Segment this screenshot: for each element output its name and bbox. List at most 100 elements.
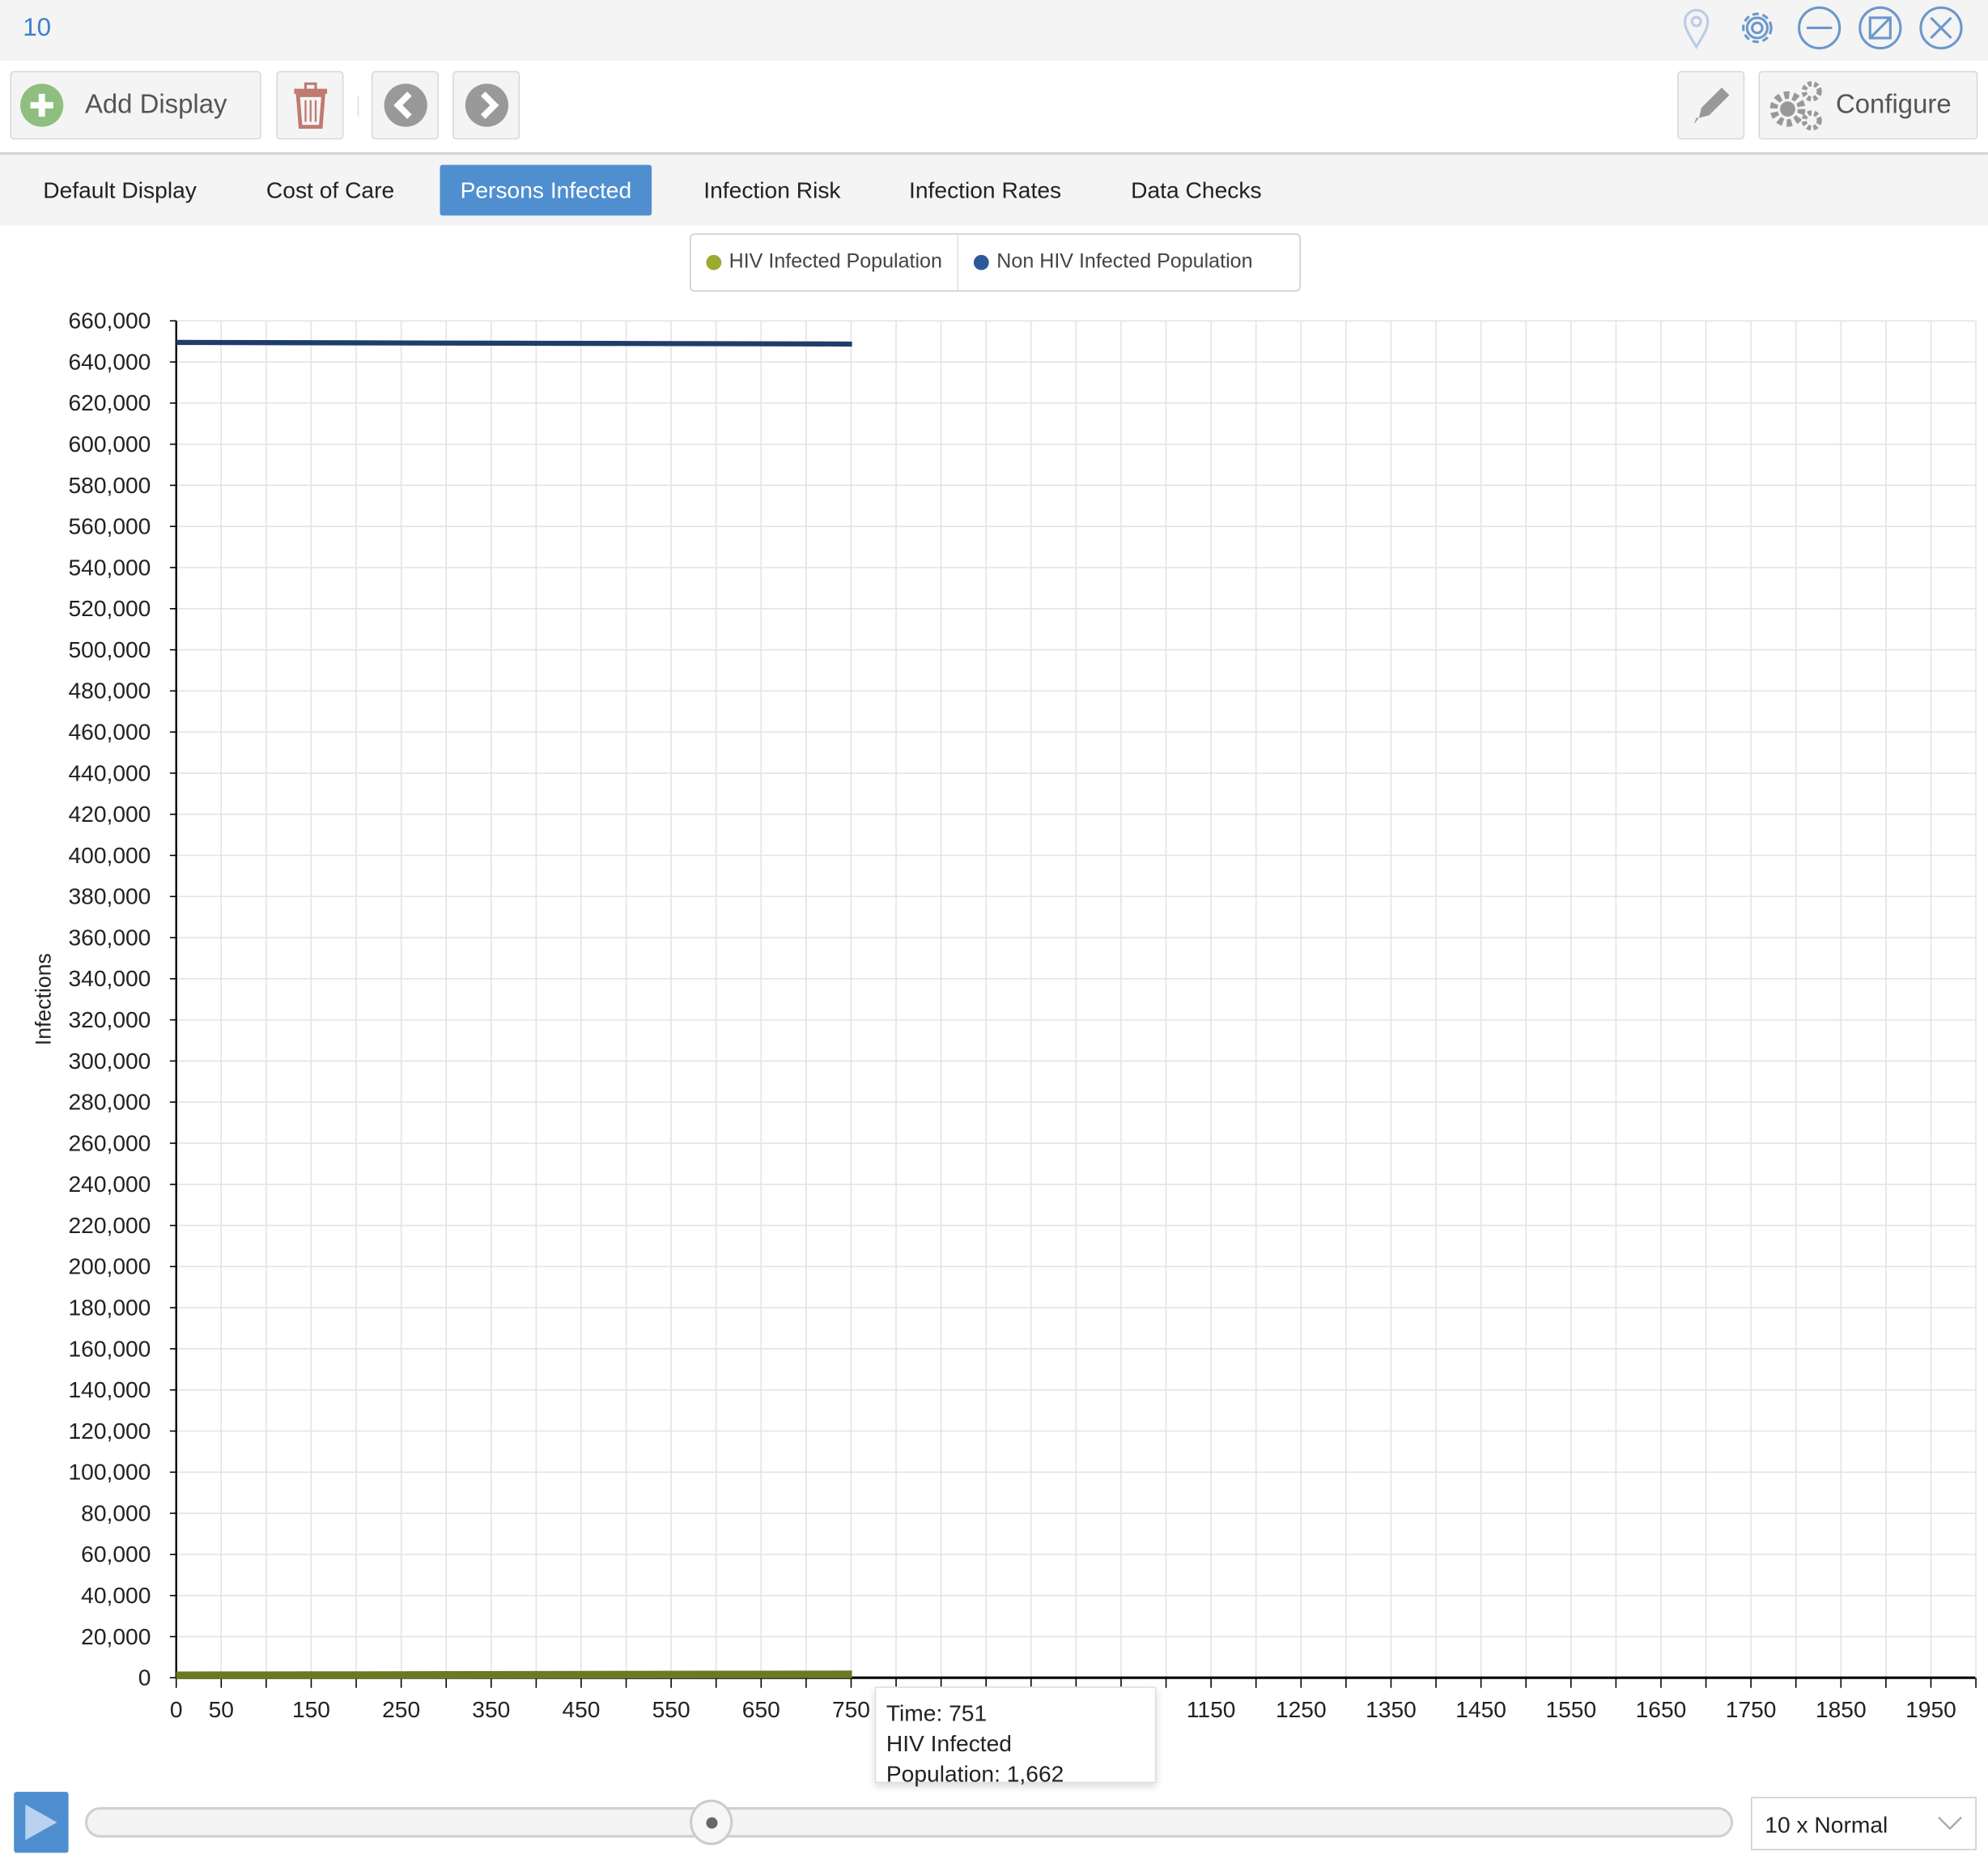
play-button[interactable]: [14, 1792, 69, 1853]
legend-item-hiv[interactable]: HIV Infected Population: [691, 235, 958, 291]
x-tick-label: 750: [832, 1696, 870, 1722]
y-tick-label: 460,000: [68, 719, 151, 745]
tab-infection-rates[interactable]: Infection Rates: [889, 165, 1081, 216]
y-tick-label: 560,000: [68, 513, 151, 539]
y-tick-label: 260,000: [68, 1129, 151, 1155]
tab-default-display[interactable]: Default Display: [23, 165, 217, 216]
tooltip-series: HIV Infected: [886, 1730, 1013, 1757]
y-tick-label: 320,000: [68, 1006, 151, 1032]
trash-icon: [293, 82, 327, 129]
y-tick-label: 80,000: [81, 1499, 151, 1525]
speed-value: 10 x Normal: [1765, 1812, 1888, 1838]
x-tick-label: 650: [742, 1696, 780, 1722]
edit-button[interactable]: [1677, 70, 1745, 140]
close-icon[interactable]: [1918, 5, 1964, 50]
y-tick-label: 360,000: [68, 924, 151, 950]
chart-legend: HIV Infected Population Non HIV Infected…: [690, 233, 1302, 292]
y-tick-label: 340,000: [68, 965, 151, 991]
legend-dot: [974, 254, 989, 270]
series-line-non-hiv: [176, 339, 852, 347]
configure-button[interactable]: Configure: [1758, 70, 1978, 140]
display-tabs: Default Display Cost of Care Persons Inf…: [0, 155, 1988, 226]
y-tick-label: 40,000: [81, 1582, 151, 1608]
y-tick-label: 640,000: [68, 348, 151, 374]
y-tick-label: 420,000: [68, 801, 151, 827]
chevron-down-icon: [1938, 1816, 1962, 1831]
y-tick-label: 540,000: [68, 554, 151, 580]
x-tick-label: 0: [170, 1696, 183, 1722]
legend-dot: [706, 254, 722, 270]
divider: [357, 96, 359, 117]
legend-label: HIV Infected Population: [729, 251, 942, 273]
gear-icon[interactable]: [1735, 5, 1780, 50]
next-button[interactable]: [452, 70, 520, 140]
x-tick-label: 250: [382, 1696, 420, 1722]
toolbar: Add Display Configure: [0, 61, 1988, 155]
y-tick-label: 440,000: [68, 759, 151, 785]
tab-data-checks[interactable]: Data Checks: [1111, 165, 1282, 216]
x-tick-label: 550: [652, 1696, 690, 1722]
chevron-right-icon: [465, 83, 508, 127]
title-bar: 10: [0, 0, 1988, 62]
x-tick-label: 1750: [1726, 1696, 1777, 1722]
y-tick-label: 140,000: [68, 1376, 151, 1402]
y-tick-label: 220,000: [68, 1212, 151, 1238]
x-tick-label: 1950: [1905, 1696, 1956, 1722]
location-pin-icon[interactable]: [1674, 5, 1719, 50]
y-tick-label: 620,000: [68, 389, 151, 415]
x-tick-label: 50: [209, 1696, 234, 1722]
infections-chart: 0 20,000 40,000 60,000 80,000 100,000 120,000 1…: [32, 308, 1977, 1754]
y-tick-label: 180,000: [68, 1295, 151, 1321]
x-tick-label: 1550: [1545, 1696, 1596, 1722]
tooltip-value: Population: 1,662: [886, 1761, 1064, 1787]
y-tick-label: 500,000: [68, 636, 151, 662]
y-tick-label: 300,000: [68, 1048, 151, 1074]
add-display-button[interactable]: Add Display: [10, 70, 261, 140]
add-display-label: Add Display: [84, 90, 227, 120]
window-title: 10: [23, 14, 52, 42]
y-tick-label: 100,000: [68, 1459, 151, 1485]
x-tick-label: 450: [562, 1696, 600, 1722]
x-tick-label: 1350: [1366, 1696, 1417, 1722]
y-tick-label: 160,000: [68, 1335, 151, 1361]
y-tick-label: 520,000: [68, 595, 151, 621]
tab-persons-infected[interactable]: Persons Infected: [440, 164, 652, 216]
configure-label: Configure: [1836, 90, 1952, 120]
previous-button[interactable]: [371, 70, 439, 140]
x-tick-label: 350: [472, 1696, 510, 1722]
x-tick-label: 1450: [1455, 1696, 1506, 1722]
slider-thumb[interactable]: [690, 1799, 733, 1845]
y-tick-label: 240,000: [68, 1171, 151, 1197]
y-tick-label: 200,000: [68, 1253, 151, 1279]
y-tick-label: 120,000: [68, 1418, 151, 1444]
delete-button[interactable]: [276, 70, 344, 140]
pencil-icon: [1693, 87, 1729, 125]
y-tick-label: 600,000: [68, 431, 151, 457]
gears-icon: [1769, 81, 1822, 131]
x-tick-label: 1250: [1276, 1696, 1327, 1722]
x-tick-label: 1850: [1816, 1696, 1867, 1722]
minimize-icon[interactable]: [1796, 5, 1841, 50]
speed-select[interactable]: 10 x Normal: [1751, 1797, 1977, 1851]
tab-cost-of-care[interactable]: Cost of Care: [246, 165, 414, 216]
y-tick-label: 280,000: [68, 1089, 151, 1115]
chart-tooltip: Time: 751 HIV Infected Population: 1,662: [874, 1686, 1157, 1787]
x-tick-label: 1150: [1187, 1696, 1236, 1722]
x-tick-label: 1650: [1636, 1696, 1687, 1722]
chevron-left-icon: [383, 83, 427, 127]
legend-label: Non HIV Infected Population: [996, 251, 1253, 273]
y-tick-label: 0: [138, 1665, 151, 1691]
legend-item-non-hiv[interactable]: Non HIV Infected Population: [957, 234, 1268, 291]
tooltip-time: Time: 751: [886, 1700, 988, 1726]
play-icon: [25, 1804, 57, 1840]
restore-icon[interactable]: [1858, 5, 1903, 50]
x-tick-label: 150: [292, 1696, 330, 1722]
y-axis-label: Infections: [32, 953, 56, 1045]
plus-circle-icon: [20, 83, 64, 127]
y-tick-label: 660,000: [68, 308, 151, 334]
time-slider[interactable]: [84, 1806, 1734, 1838]
tab-infection-risk[interactable]: Infection Risk: [683, 165, 860, 216]
series-line-hiv: [176, 1670, 852, 1679]
y-tick-label: 60,000: [81, 1541, 151, 1567]
y-tick-label: 480,000: [68, 678, 151, 704]
